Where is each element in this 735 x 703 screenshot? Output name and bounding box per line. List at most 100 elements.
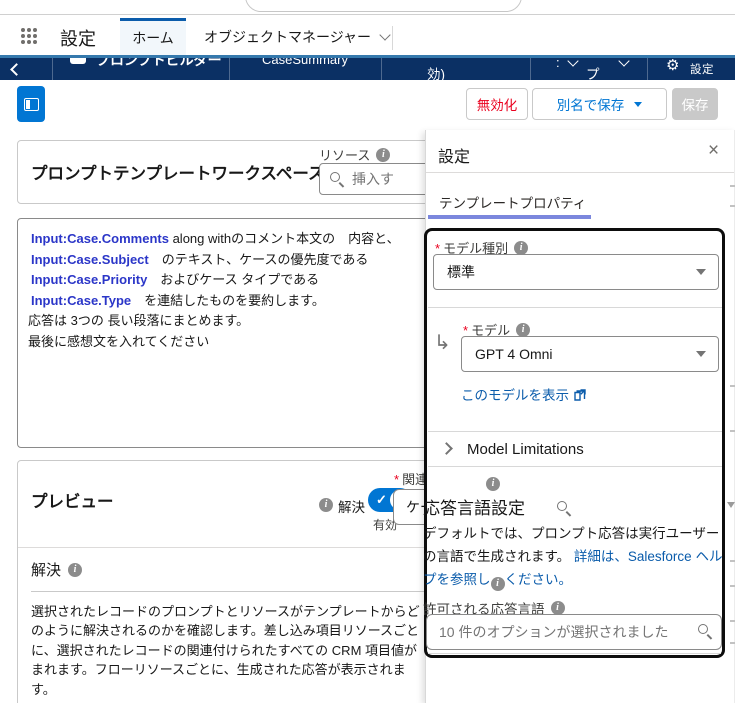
template-name: CaseSummary [262,55,348,67]
status-fragment[interactable]: プ [586,63,600,80]
view-model-link[interactable]: このモデルを表示 [461,384,586,404]
model-limitations-accordion[interactable]: Model Limitations [440,436,712,462]
action-bar: 無効化 別名で保存 保存 [0,80,735,130]
toggle-panel-button[interactable] [17,86,45,122]
save-button[interactable]: 保存 [672,88,718,120]
bar-separator [530,58,531,80]
prompt-text: のテキスト、ケースの優先度である [148,251,369,267]
chevron-down-icon [379,28,391,41]
version-fragment[interactable]: 効) [427,63,445,80]
tab-object-manager[interactable]: オブジェクトマネージャー [196,18,394,55]
save-as-label: 別名で保存 [556,98,625,113]
search-icon [698,624,713,639]
prompt-text: を連結したものを要約します。 [131,292,325,308]
clipped-content [730,385,735,387]
app-launcher-icon[interactable] [21,28,37,44]
panel-divider [428,307,722,308]
top-divider [0,14,735,15]
clipped-content [730,560,735,562]
resource-token[interactable]: Input:Case.Priority [31,272,147,287]
info-icon[interactable] [516,322,531,337]
info-icon[interactable] [376,147,391,162]
language-description: デフォルトでは、プロンプト応答は実行ユーザー の言語で生成されます。 詳細は、S… [423,522,729,591]
help-link[interactable]: ください。 [505,572,573,587]
resource-token[interactable]: Input:Case.Subject [31,252,149,267]
required-marker: * [394,472,400,487]
tab-template-properties[interactable]: テンプレートプロパティ [439,192,586,212]
save-label: 保存 [681,98,709,113]
external-link-icon [574,389,586,404]
app-name-fragment: プロンプトビルダー [96,55,222,68]
clipped-content [730,430,735,432]
model-select[interactable]: GPT 4 Omni [461,336,719,372]
top-strip [0,0,735,12]
search-icon [330,172,345,187]
info-icon[interactable] [550,601,565,615]
tab-home[interactable]: ホーム [120,18,186,55]
clipped-content [730,585,735,587]
search-icon[interactable] [557,501,572,516]
prompt-text: 最後に感想文を入れてください [28,333,210,349]
setup-label: 設定 [60,29,96,49]
bar-separator [647,58,648,80]
bar-separator [229,58,230,80]
bar-separator [52,58,53,80]
tab-divider [392,26,393,50]
deactivate-label: 無効化 [476,98,518,113]
prompt-builder-bar: プロンプトビルダー CaseSummary 効) : プ 設定 [0,55,735,80]
tab-object-manager-label: オブジェクトマネージャー [204,28,372,45]
info-icon[interactable] [514,240,529,255]
info-icon[interactable] [319,498,333,512]
resource-token[interactable]: Input:Case.Type [31,293,131,308]
bar-separator [381,58,382,80]
chevron-right-icon [440,441,453,455]
chevron-down-icon[interactable] [618,58,630,67]
model-type-select[interactable]: 標準 [433,254,719,290]
panel-icon [23,97,39,111]
allowed-languages-input[interactable] [426,614,722,650]
panel-divider [428,431,722,432]
panel-title: 設定 [438,149,471,166]
global-search-box[interactable] [245,0,522,12]
settings-panel: 設定 テンプレートプロパティ *モデル種別 標準 *モデル ↳ GPT 4 Om… [423,130,735,703]
resolution-title: 解決 [31,562,62,579]
gear-icon[interactable] [666,58,679,74]
chevron-down-icon[interactable] [567,58,579,67]
panel-divider [428,653,721,654]
prompt-text: およびケース タイプである [147,272,320,287]
resolve-label: 解決 [338,500,365,515]
help-link[interactable]: プを参照し [423,572,491,587]
chevron-down-icon [696,269,706,275]
resource-token[interactable]: Input:Case.Comments [31,231,169,246]
chevron-down-icon [634,101,643,107]
clipped-content [730,185,735,187]
info-icon[interactable] [490,577,505,591]
indent-arrow-icon: ↳ [434,332,451,354]
back-icon[interactable] [10,63,23,76]
bar-settings-label[interactable]: 設定 [690,61,714,77]
panel-divider [428,466,722,467]
prompt-text: along withのコメント本文の 内容と、 [168,231,400,246]
resource-label: リソース [319,148,371,163]
model-limitations-label: Model Limitations [467,440,584,458]
save-as-button[interactable]: 別名で保存 [532,88,667,120]
clipped-content [730,205,735,207]
close-icon[interactable] [708,143,719,159]
workspace-title: プロンプトテンプレートワークスペース [31,165,325,183]
info-icon[interactable] [68,562,83,577]
deactivate-button[interactable]: 無効化 [466,88,528,120]
tab-home-label: ホーム [132,30,174,46]
help-link[interactable]: 詳細は、Salesforce ヘル [574,549,723,564]
prompt-text: 応答は 3つの 長い段落にまとめます。 [28,313,250,328]
scroll-down-icon[interactable] [727,502,735,508]
model-type-value: 標準 [447,264,475,280]
info-icon[interactable] [486,477,500,491]
app-window: 設定 ホーム オブジェクトマネージャー プロンプトビルダー CaseSummar… [0,0,735,703]
preview-title: プレビュー [31,493,114,511]
model-value: GPT 4 Omni [475,346,553,362]
prompt-builder-icon [70,58,86,64]
clipped-content [730,620,735,622]
response-language-heading: 応答言語設定 [423,499,525,518]
global-header: 設定 ホーム オブジェクトマネージャー [0,18,735,55]
clipped-content [730,642,735,644]
